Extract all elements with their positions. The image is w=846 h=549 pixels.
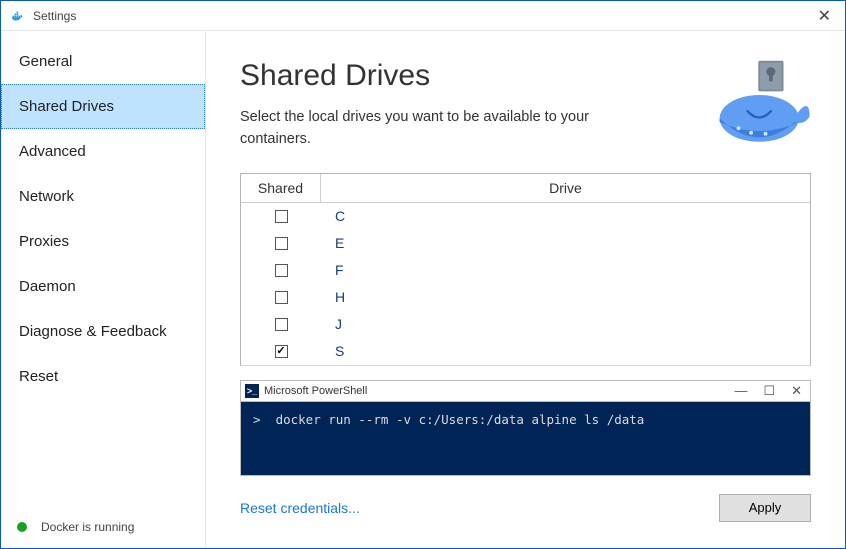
status-bar: Docker is running [1,506,205,548]
col-header-drive: Drive [321,174,810,202]
sidebar-item-label: Shared Drives [19,98,114,115]
table-row: J [241,311,810,338]
share-checkbox-h[interactable] [275,291,288,304]
cell-drive: J [321,316,810,332]
sidebar-item-label: Diagnose & Feedback [19,323,167,340]
table-row: H [241,284,810,311]
share-checkbox-s[interactable] [275,345,288,358]
cell-shared [241,345,321,358]
sidebar: General Shared Drives Advanced Network Proxi… [1,31,206,548]
cell-drive: C [321,208,810,224]
table-header: Shared Drive [241,174,810,203]
table-row: F [241,257,810,284]
sidebar-item-diagnose-feedback[interactable]: Diagnose & Feedback [1,309,205,354]
apply-button[interactable]: Apply [719,494,811,522]
sidebar-item-network[interactable]: Network [1,174,205,219]
sidebar-item-label: Reset [19,368,58,385]
cell-drive: H [321,289,810,305]
terminal-maximize-icon[interactable]: ☐ [763,383,775,399]
share-checkbox-e[interactable] [275,237,288,250]
sidebar-item-reset[interactable]: Reset [1,354,205,399]
settings-window: Settings ✕ General Shared Drives Advanced N… [0,0,846,549]
cell-shared [241,291,321,304]
titlebar: Settings ✕ [1,1,845,31]
sidebar-item-general[interactable]: General [1,39,205,84]
page-title: Shared Drives [240,59,711,93]
share-checkbox-c[interactable] [275,210,288,223]
table-row: E [241,230,810,257]
sidebar-item-label: Advanced [19,143,86,160]
content-pane: Shared Drives Select the local drives yo… [206,31,845,548]
table-row: C [241,203,810,230]
page-header: Shared Drives Select the local drives yo… [240,59,811,151]
drives-table: Shared Drive CEFHJS [240,173,811,366]
cell-drive: S [321,343,810,359]
reset-credentials-link[interactable]: Reset credentials... [240,500,360,516]
terminal-title: Microsoft PowerShell [264,385,367,397]
cell-drive: E [321,235,810,251]
docker-icon [11,8,27,24]
share-checkbox-j[interactable] [275,318,288,331]
terminal-minimize-icon[interactable]: — [734,383,747,399]
terminal-output: > docker run --rm -v c:/Users:/data alpi… [240,402,811,476]
cell-drive: F [321,262,810,278]
col-header-shared: Shared [241,174,321,202]
page-subtitle: Select the local drives you want to be a… [240,107,620,151]
status-indicator-icon [17,522,27,532]
sidebar-item-daemon[interactable]: Daemon [1,264,205,309]
sidebar-item-label: Daemon [19,278,76,295]
terminal-close-icon[interactable]: ✕ [791,383,802,399]
sidebar-item-proxies[interactable]: Proxies [1,219,205,264]
window-body: General Shared Drives Advanced Network Proxi… [1,31,845,548]
cell-shared [241,264,321,277]
terminal-panel: >_ Microsoft PowerShell — ☐ ✕ > docker r… [240,380,811,476]
table-row: S [241,338,810,365]
sidebar-item-shared-drives[interactable]: Shared Drives [1,84,205,129]
sidebar-item-label: Network [19,188,74,205]
cell-shared [241,318,321,331]
cell-shared [241,237,321,250]
share-checkbox-f[interactable] [275,264,288,277]
close-icon[interactable]: ✕ [814,6,835,26]
footer: Reset credentials... Apply [240,494,811,522]
sidebar-item-advanced[interactable]: Advanced [1,129,205,174]
sidebar-item-label: General [19,53,72,70]
sidebar-item-label: Proxies [19,233,69,250]
window-title: Settings [33,9,814,23]
cell-shared [241,210,321,223]
powershell-icon: >_ [245,384,259,398]
terminal-titlebar: >_ Microsoft PowerShell — ☐ ✕ [240,380,811,402]
docker-whale-icon [711,59,811,149]
status-text: Docker is running [41,520,134,534]
